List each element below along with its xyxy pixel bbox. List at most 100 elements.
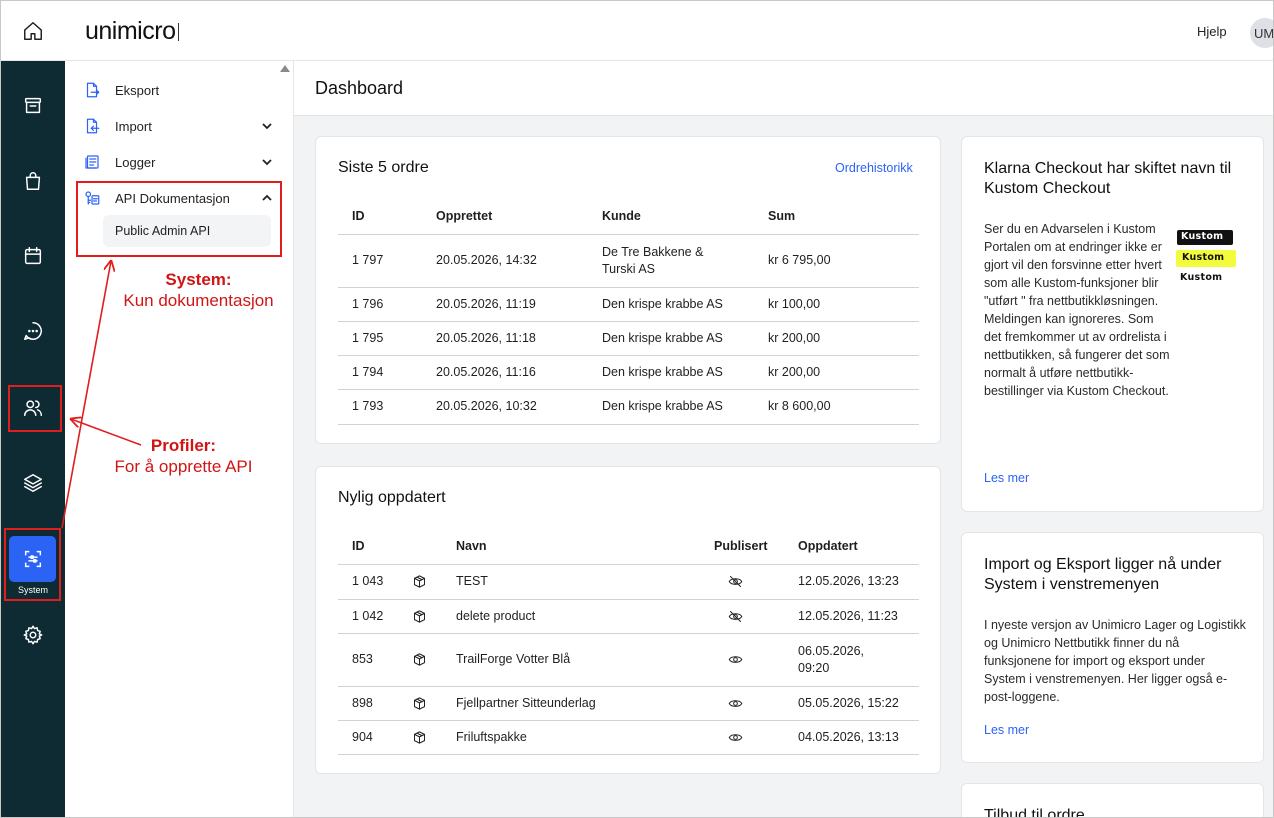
rail-item-archive[interactable] xyxy=(1,81,65,131)
order-id: 1 795 xyxy=(338,321,422,356)
news-title: Klarna Checkout har skiftet navn til Kus… xyxy=(984,160,1232,197)
app-window: unimicro Hjelp UM System Eksport Import … xyxy=(0,0,1274,818)
annotation-profiles-subtitle: For å opprette API xyxy=(114,457,253,476)
home-icon xyxy=(24,22,42,40)
submenu-item-logger[interactable]: Logger xyxy=(83,150,273,174)
product-name: Friluftspakke xyxy=(442,720,700,755)
news-title: Import og Eksport ligger nå under System… xyxy=(984,556,1222,593)
scroll-up-arrow[interactable] xyxy=(280,65,290,72)
column-header-sum: Sum xyxy=(754,198,919,235)
table-row[interactable]: 1 797 20.05.2026, 14:32 De Tre Bakkene &… xyxy=(338,234,919,288)
table-row[interactable]: 898 Fjellpartner Sitteunderlag 05.05.202… xyxy=(338,686,919,721)
recent-orders-title: Siste 5 ordre xyxy=(338,159,429,176)
eye-icon xyxy=(700,633,784,687)
table-row[interactable]: 1 795 20.05.2026, 11:18 Den krispe krabb… xyxy=(338,321,919,356)
order-customer: Den krispe krabbe AS xyxy=(588,389,754,425)
package-icon xyxy=(398,633,442,687)
news-card-offer-to-order: Tilbud til ordre xyxy=(961,783,1264,818)
read-more-link[interactable]: Les mer xyxy=(984,723,1029,737)
recent-orders-card: Siste 5 ordre Ordrehistorikk ID Opprette… xyxy=(315,136,941,444)
column-header-created: Opprettet xyxy=(422,198,588,235)
annotation-profiles-title: Profiler: xyxy=(150,436,217,455)
news-body: Ser du en Advarselen i Kustom Portalen o… xyxy=(984,222,1170,398)
table-row[interactable]: 904 Friluftspakke 04.05.2026, 13:13 xyxy=(338,720,919,755)
recently-updated-card: Nylig oppdatert ID Navn Publisert Oppdat… xyxy=(315,466,941,774)
annotation-profiles: Profiler: For å opprette API xyxy=(81,435,286,477)
submenu-item-import[interactable]: Import xyxy=(83,114,273,138)
recent-header-row: ID Navn Publisert Oppdatert xyxy=(338,528,919,565)
kustom-logo-light: Kustom xyxy=(1180,272,1223,283)
order-created: 20.05.2026, 11:16 xyxy=(422,355,588,390)
order-sum: kr 6 795,00 xyxy=(754,234,919,288)
order-history-link[interactable]: Ordrehistorikk xyxy=(835,161,913,175)
submenu-label: Eksport xyxy=(115,82,160,98)
column-header-id: ID xyxy=(338,198,422,235)
eye-off-icon xyxy=(700,599,784,634)
home-button[interactable] xyxy=(1,1,65,61)
product-updated: 12.05.2026, 13:23 xyxy=(784,564,919,600)
product-updated: 05.05.2026, 15:22 xyxy=(784,686,919,721)
order-sum: kr 8 600,00 xyxy=(754,389,919,425)
product-updated: 06.05.2026, 09:20 xyxy=(784,633,919,687)
help-link[interactable]: Hjelp xyxy=(1197,24,1227,39)
column-header-updated: Oppdatert xyxy=(784,528,919,565)
package-icon xyxy=(398,599,442,634)
news-card-kustom: Klarna Checkout har skiftet navn til Kus… xyxy=(961,136,1264,512)
unimicro-logo[interactable]: unimicro xyxy=(85,17,180,46)
order-customer: Den krispe krabbe AS xyxy=(588,321,754,356)
read-more-link[interactable]: Les mer xyxy=(984,471,1029,485)
order-sum: kr 200,00 xyxy=(754,355,919,390)
eye-icon xyxy=(700,686,784,721)
order-created: 20.05.2026, 14:32 xyxy=(422,234,588,288)
column-header-type xyxy=(398,528,442,565)
table-row[interactable]: 853 TrailForge Votter Blå 06.05.2026, 09… xyxy=(338,633,919,687)
product-id: 1 043 xyxy=(338,564,398,600)
gear-icon xyxy=(23,625,43,645)
chevron-down-icon[interactable] xyxy=(261,156,273,168)
column-header-id: ID xyxy=(338,528,398,565)
avatar[interactable]: UM xyxy=(1250,18,1273,48)
shopping-bag-icon xyxy=(25,172,41,190)
product-id: 898 xyxy=(338,686,398,721)
rail-item-calendar[interactable] xyxy=(1,231,65,281)
chat-icon xyxy=(24,322,42,340)
chevron-down-icon[interactable] xyxy=(261,120,273,132)
news-body: I nyeste versjon av Unimicro Lager og Lo… xyxy=(984,618,1246,704)
table-row[interactable]: 1 043 TEST 12.05.2026, 13:23 xyxy=(338,564,919,600)
order-id: 1 797 xyxy=(338,234,422,288)
news-card-import-export: Import og Eksport ligger nå under System… xyxy=(961,532,1264,763)
table-row[interactable]: 1 793 20.05.2026, 10:32 Den krispe krabb… xyxy=(338,389,919,425)
order-customer: Den krispe krabbe AS xyxy=(588,355,754,390)
product-name: TrailForge Votter Blå xyxy=(442,633,700,687)
kustom-logo-dark: Kustom xyxy=(1177,230,1233,245)
recent-products-table: ID Navn Publisert Oppdatert 1 043 TEST 1… xyxy=(338,528,919,755)
rail-item-layers[interactable] xyxy=(1,458,65,508)
eye-icon xyxy=(700,720,784,755)
table-row[interactable]: 1 042 delete product 12.05.2026, 11:23 xyxy=(338,599,919,634)
product-updated: 12.05.2026, 11:23 xyxy=(784,599,919,634)
page-header: Dashboard xyxy=(294,61,1273,116)
annotation-box-system xyxy=(4,528,61,601)
submenu-item-eksport[interactable]: Eksport xyxy=(83,78,273,102)
rail-item-chat[interactable] xyxy=(1,306,65,356)
rail-item-settings[interactable] xyxy=(1,610,65,660)
export-icon xyxy=(83,81,101,99)
top-bar: unimicro Hjelp UM xyxy=(1,1,1273,61)
annotation-box-profiles xyxy=(8,385,62,432)
column-header-customer: Kunde xyxy=(588,198,754,235)
product-id: 904 xyxy=(338,720,398,755)
table-row[interactable]: 1 794 20.05.2026, 11:16 Den krispe krabb… xyxy=(338,355,919,390)
news-title: Tilbud til ordre xyxy=(984,807,1085,818)
product-id: 1 042 xyxy=(338,599,398,634)
order-sum: kr 200,00 xyxy=(754,321,919,356)
table-row[interactable]: 1 796 20.05.2026, 11:19 Den krispe krabb… xyxy=(338,287,919,322)
rail-item-shop[interactable] xyxy=(1,156,65,206)
annotation-system-title: System: xyxy=(165,270,232,289)
log-icon xyxy=(83,153,101,171)
order-created: 20.05.2026, 11:19 xyxy=(422,287,588,322)
submenu-label: Import xyxy=(115,118,152,134)
product-id: 853 xyxy=(338,633,398,687)
annotation-system-subtitle: Kun dokumentasjon xyxy=(123,291,274,310)
layers-icon xyxy=(24,474,42,492)
product-name: Fjellpartner Sitteunderlag xyxy=(442,686,700,721)
